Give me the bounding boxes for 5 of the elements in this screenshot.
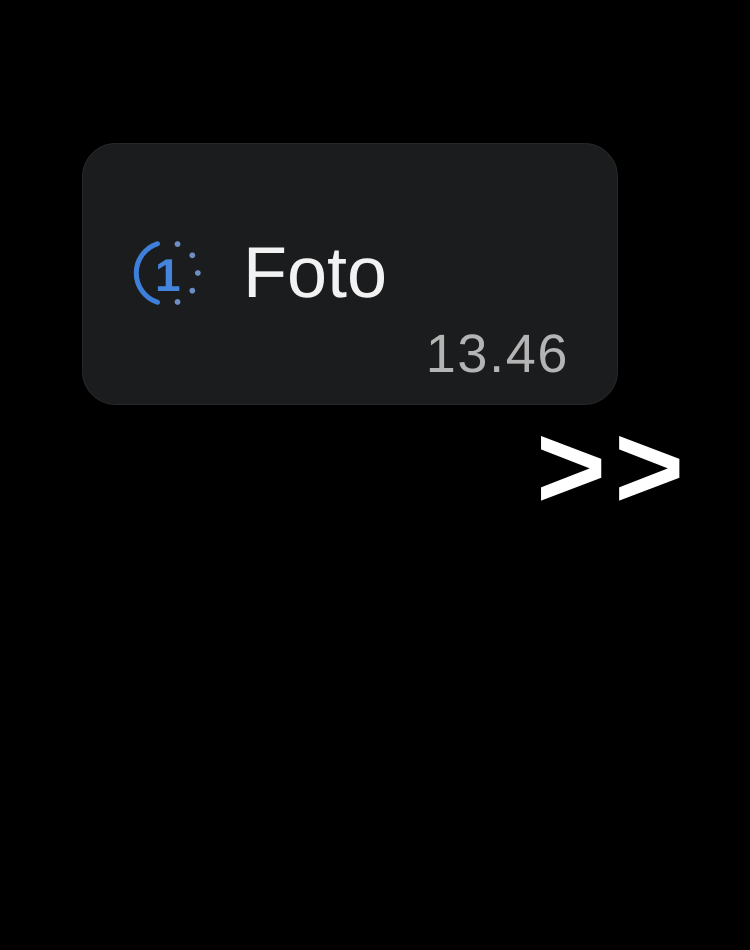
notification-title: Foto bbox=[243, 237, 388, 309]
double-arrow-text: >> bbox=[536, 407, 692, 527]
notification-card[interactable]: 1 Foto 13.46 bbox=[82, 143, 618, 405]
time-label: 13.46 bbox=[426, 327, 569, 381]
count-label: 1 bbox=[155, 252, 181, 298]
